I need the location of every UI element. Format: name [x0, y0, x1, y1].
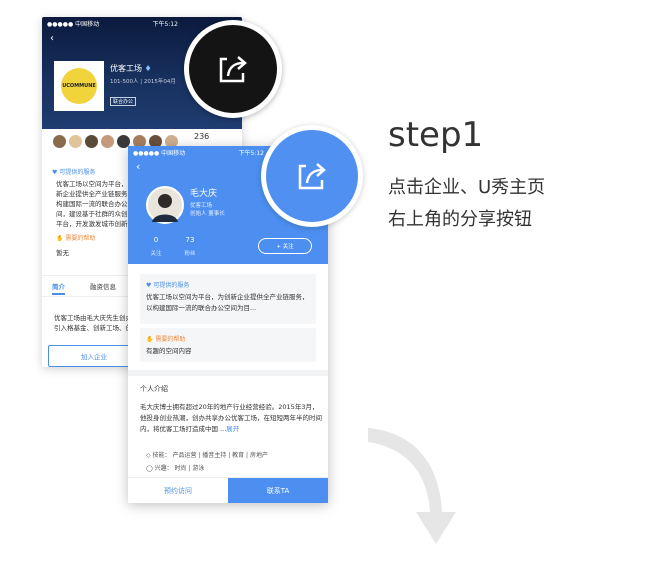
hand-icon: ✋: [56, 235, 64, 242]
services-card: ♥ 可提供的服务 优客工场以空间为平台，为创新企业提供全产业链服务，以构建国际一…: [140, 274, 316, 324]
divider: [128, 370, 328, 376]
follow-button[interactable]: + 关注: [258, 238, 312, 254]
skills-row: ◇ 技能： 产品运营 | 播音主持 | 教育 | 房地产: [146, 452, 268, 459]
bio-text: 毛大庆博士拥有超过20年的地产行业经营经验。2015年3月，他投身创业热潮，创办…: [140, 403, 322, 433]
step-title: step1: [388, 115, 484, 155]
tag-icon: ◇: [146, 452, 151, 459]
company-tag: 联合办公: [110, 97, 137, 106]
services-title: ♥ 可提供的服务: [146, 282, 190, 289]
member-count: 236: [194, 132, 210, 141]
share-button-dark[interactable]: [184, 20, 282, 118]
book-visit-button[interactable]: 预约访问: [128, 478, 228, 503]
need-text: 暂无: [56, 249, 69, 257]
avatar: [84, 134, 99, 149]
avatar: [68, 134, 83, 149]
profile-role: 创始人 董事长: [190, 211, 225, 217]
share-icon: [219, 56, 247, 83]
avatar: [52, 134, 67, 149]
need-title: ✋ 需要的帮助: [146, 336, 186, 343]
need-title: ✋ 需要的帮助: [56, 235, 96, 242]
time-text: 下午5:12: [152, 20, 178, 28]
time-text: 下午5:12: [238, 149, 264, 157]
need-text: 有趣的空间内容: [146, 347, 192, 355]
services-text: 优客工场以空间为平台，为创新企业提供全产业链服务，以构建国际一流的联合办公空间为…: [146, 293, 309, 312]
profile-name: 毛大庆: [190, 189, 218, 199]
carrier-text: ●●●●● 中国移动: [133, 149, 186, 157]
back-arrow-icon[interactable]: ‹: [50, 33, 54, 44]
contact-button[interactable]: 联系TA: [228, 478, 328, 503]
services-title: ♥ 可提供的服务: [52, 169, 96, 176]
fans-label: 粉丝: [184, 251, 196, 257]
tab-intro[interactable]: 简介: [52, 281, 65, 295]
avatar: [100, 134, 115, 149]
diamond-icon: ♦: [144, 64, 152, 73]
carrier-text: ●●●●● 中国移动: [47, 20, 100, 28]
heart-icon: ♥: [146, 282, 152, 289]
step-desc-line2: 右上角的分享按钮: [388, 209, 532, 230]
back-arrow-icon[interactable]: ‹: [136, 160, 140, 173]
step-desc-line1: 点击企业、U秀主页: [388, 177, 546, 198]
join-company-button[interactable]: 加入企业: [48, 345, 140, 367]
expand-link[interactable]: 展开: [226, 425, 239, 433]
profile-company: 优客工场: [190, 203, 213, 209]
logo-badge: UCOMMUNE: [61, 68, 97, 104]
interests-row: ◯ 兴趣： 时尚 | 游泳: [146, 465, 205, 472]
heart-icon: ♥: [52, 169, 58, 176]
follow-count: 0: [153, 236, 159, 244]
fans-count: 73: [185, 236, 195, 244]
curved-arrow-icon: [368, 428, 456, 544]
tab-finance[interactable]: 融资信息: [90, 281, 116, 291]
follow-label: 关注: [150, 251, 162, 257]
company-name: 优客工场 ♦: [110, 64, 152, 73]
need-card: ✋ 需要的帮助 有趣的空间内容: [140, 328, 316, 362]
share-button-blue[interactable]: [261, 125, 363, 227]
company-logo: UCOMMUNE: [54, 61, 104, 111]
interest-icon: ◯: [146, 465, 153, 472]
step-description: 点击企业、U秀主页 右上角的分享按钮: [388, 172, 545, 236]
bottom-bar: 预约访问 联系TA: [128, 477, 328, 503]
profile-avatar: [146, 186, 184, 224]
hand-icon: ✋: [146, 336, 154, 343]
share-icon: [298, 163, 326, 190]
bio-heading: 个人介绍: [140, 385, 168, 393]
company-meta: 101-500人 | 2015年04月: [110, 79, 176, 85]
